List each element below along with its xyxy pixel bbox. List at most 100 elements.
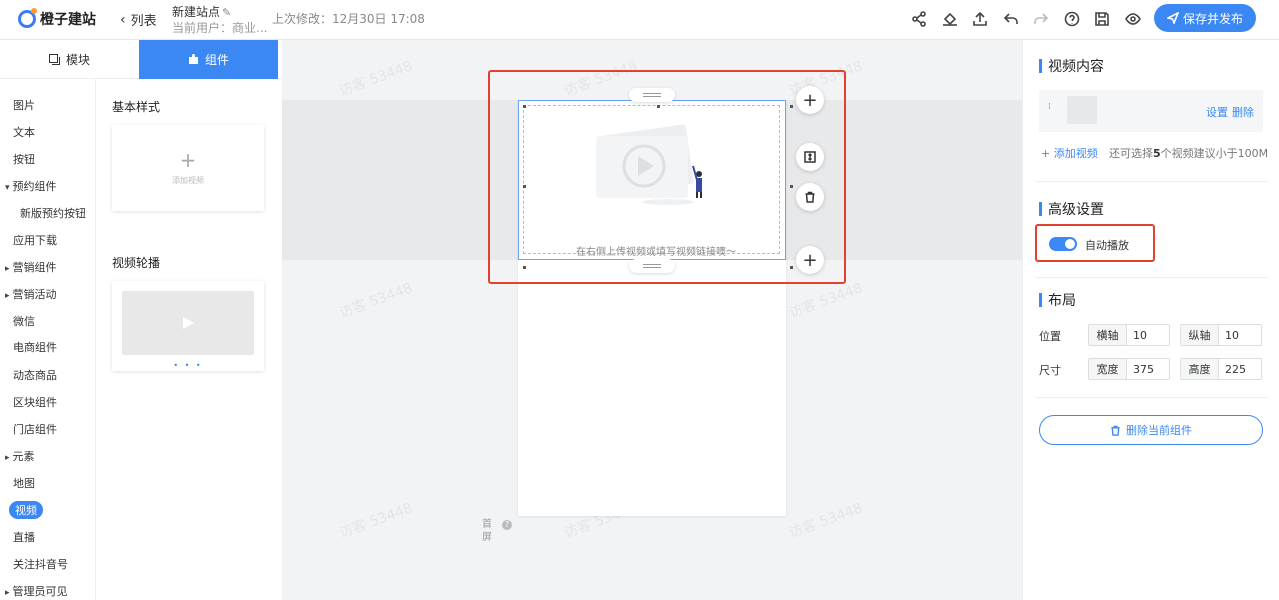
advanced-settings-title: 高级设置 xyxy=(1039,199,1104,219)
carousel-thumbnail xyxy=(122,291,254,355)
category-item[interactable]: 直播 xyxy=(13,529,35,545)
plus-icon: + xyxy=(802,249,818,271)
site-name-text: 新建站点 xyxy=(172,5,221,19)
resize-handle[interactable] xyxy=(523,105,526,108)
send-icon xyxy=(1166,12,1179,24)
width-value[interactable]: 375 xyxy=(1127,359,1169,379)
paint-bucket-icon[interactable] xyxy=(939,8,961,30)
chevron-left-icon: ‹ xyxy=(120,11,126,28)
category-item[interactable]: 图片 xyxy=(13,97,35,113)
category-group[interactable]: 元素 xyxy=(5,448,35,464)
height-adjust-button[interactable] xyxy=(796,143,824,171)
width-field[interactable]: 宽度 375 xyxy=(1088,358,1170,380)
video-settings-link[interactable]: 设置 xyxy=(1206,104,1228,120)
y-axis-field[interactable]: 纵轴 10 xyxy=(1180,324,1262,346)
resize-handle[interactable] xyxy=(657,105,660,108)
video-carousel-component-card[interactable]: • • • xyxy=(112,281,264,371)
resize-handle[interactable] xyxy=(523,185,526,188)
home-screen-marker: 首屏 xyxy=(482,519,492,543)
category-item[interactable]: 区块组件 xyxy=(13,394,57,410)
video-placeholder: 在右侧上传视频或填写视频链接噢～ xyxy=(523,105,780,258)
resize-handle[interactable] xyxy=(790,266,793,269)
grip-icon xyxy=(643,264,661,268)
drag-handle-bottom[interactable] xyxy=(629,259,675,273)
video-component[interactable]: 在右侧上传视频或填写视频链接噢～ xyxy=(518,100,786,260)
category-item[interactable]: 电商组件 xyxy=(13,339,57,355)
back-to-list-button[interactable]: ‹ 列表 xyxy=(120,10,157,30)
note-prefix: 还可选择 xyxy=(1109,147,1153,160)
video-content-title: 视频内容 xyxy=(1039,56,1104,76)
category-group[interactable]: 管理员可见 xyxy=(5,583,68,599)
category-item[interactable]: 地图 xyxy=(13,475,35,491)
add-below-button[interactable]: + xyxy=(796,246,824,274)
tab-modules-label: 模块 xyxy=(65,53,90,67)
save-and-publish-label: 保存并发布 xyxy=(1182,11,1243,26)
divider xyxy=(1035,181,1268,182)
left-panel-tabs: 模块 组件 xyxy=(0,40,282,79)
drag-grip-icon[interactable]: ⁞ xyxy=(1048,103,1052,112)
drag-handle-top[interactable] xyxy=(629,88,675,102)
add-video-component-card[interactable]: + 添加视频 xyxy=(112,125,264,211)
delete-block-button[interactable] xyxy=(796,183,824,211)
save-and-publish-button[interactable]: 保存并发布 xyxy=(1154,4,1256,32)
save-icon[interactable] xyxy=(1091,8,1113,30)
y-axis-label: 纵轴 xyxy=(1181,325,1219,345)
category-item[interactable]: 微信 xyxy=(13,313,35,329)
share-icon[interactable] xyxy=(908,8,930,30)
site-name[interactable]: 新建站点 ✎ xyxy=(172,3,231,20)
add-above-button[interactable]: + xyxy=(796,86,824,114)
x-axis-field[interactable]: 横轴 10 xyxy=(1088,324,1170,346)
logo-icon xyxy=(18,8,37,28)
width-label: 宽度 xyxy=(1089,359,1127,379)
position-label: 位置 xyxy=(1039,330,1061,343)
category-sub-item[interactable]: 新版预约按钮 xyxy=(20,205,86,221)
category-item-video[interactable]: 视频 xyxy=(9,501,43,519)
category-item[interactable]: 动态商品 xyxy=(13,367,57,383)
add-video-card-label: 添加视频 xyxy=(172,175,204,185)
back-label: 列表 xyxy=(130,14,157,29)
category-item[interactable]: 文本 xyxy=(13,124,35,140)
editor-canvas: 访客 53448 访客 53448 访客 53448 访客 53448 访客 5… xyxy=(282,40,1022,600)
toolbar xyxy=(908,8,1152,30)
basic-style-title: 基本样式 xyxy=(112,100,161,114)
category-item[interactable]: 应用下载 xyxy=(13,232,57,248)
undo-icon[interactable] xyxy=(1000,8,1022,30)
tab-modules[interactable]: 模块 xyxy=(0,40,139,79)
autoplay-toggle[interactable] xyxy=(1049,237,1077,251)
carousel-dots: • • • xyxy=(173,361,203,370)
category-group[interactable]: 预约组件 xyxy=(5,178,57,194)
preview-eye-icon[interactable] xyxy=(1122,8,1144,30)
resize-handle[interactable] xyxy=(523,266,526,269)
tab-components[interactable]: 组件 xyxy=(139,40,278,79)
y-axis-value[interactable]: 10 xyxy=(1219,325,1261,345)
category-item[interactable]: 按钮 xyxy=(13,151,35,167)
redo-icon[interactable] xyxy=(1030,8,1052,30)
tab-components-label: 组件 xyxy=(204,53,229,67)
logo[interactable]: 橙子建站 xyxy=(18,8,96,30)
category-group[interactable]: 营销活动 xyxy=(5,286,57,302)
height-field[interactable]: 高度 225 xyxy=(1180,358,1262,380)
edit-pencil-icon[interactable]: ✎ xyxy=(222,6,231,19)
x-axis-value[interactable]: 10 xyxy=(1127,325,1169,345)
video-placeholder-illustration xyxy=(596,124,702,205)
watermark: 访客 53448 xyxy=(336,280,415,322)
last-modified: 上次修改：12月30日 17:08 xyxy=(272,12,425,26)
resize-handle[interactable] xyxy=(790,105,793,108)
category-item[interactable]: 关注抖音号 xyxy=(13,556,68,572)
help-icon[interactable] xyxy=(1061,8,1083,30)
upload-icon[interactable] xyxy=(969,8,991,30)
video-delete-link[interactable]: 删除 xyxy=(1232,104,1254,120)
height-label: 高度 xyxy=(1181,359,1219,379)
add-video-link[interactable]: + 添加视频 xyxy=(1041,145,1098,161)
delete-component-button[interactable]: 删除当前组件 xyxy=(1039,415,1263,445)
help-icon[interactable]: ? xyxy=(502,520,512,530)
category-group[interactable]: 营销组件 xyxy=(5,259,57,275)
puzzle-icon xyxy=(188,54,198,64)
logo-text: 橙子建站 xyxy=(40,12,96,28)
note-suffix: 个视频建议小于100M xyxy=(1160,147,1269,160)
height-value[interactable]: 225 xyxy=(1219,359,1261,379)
category-item[interactable]: 门店组件 xyxy=(13,421,57,437)
component-gallery: 基本样式 + 添加视频 视频轮播 • • • xyxy=(96,79,282,600)
video-list-item: ⁞ 设置 删除 xyxy=(1039,90,1263,132)
resize-handle[interactable] xyxy=(790,185,793,188)
